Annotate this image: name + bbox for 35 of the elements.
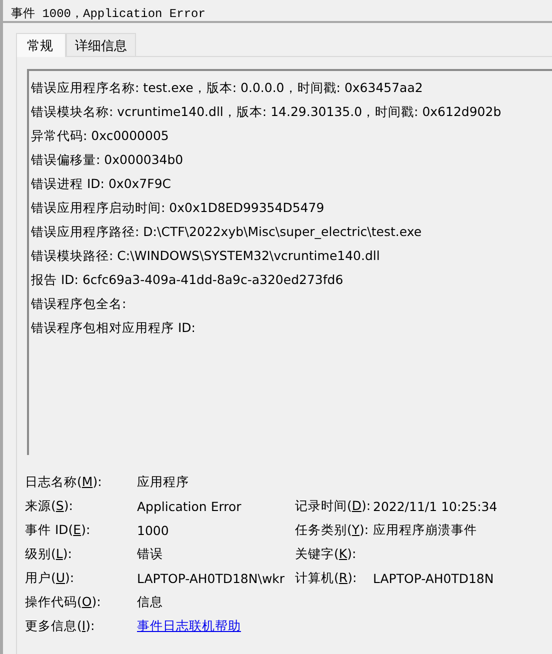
description-line: 错误应用程序路径: D:\CTF\2022xyb\Misc\super_electric\test.exe (31, 223, 423, 241)
description-line: 错误模块名称: vcruntime140.dll，版本: 14.29.30135.0，时间戳: 0x612d902b (31, 103, 502, 121)
field-label: 更多信息(I): (25, 618, 96, 634)
description-line: 错误应用程序启动时间: 0x0x1D8ED99354D5479 (31, 199, 326, 217)
field-label: 日志名称(M): (25, 474, 103, 490)
field-label: 用户(U): (25, 570, 76, 586)
field-value: Application Error (137, 498, 242, 514)
window-title: 事件 1000，Application Error (11, 7, 206, 21)
description-line: 错误应用程序名称: test.exe，版本: 0.0.0.0，时间戳: 0x63457aa2 (31, 79, 424, 97)
tab[interactable]: 详细信息 (66, 33, 136, 56)
field-value: LAPTOP-AH0TD18N (373, 570, 495, 586)
field-value: LAPTOP-AH0TD18N\wkr (137, 570, 286, 586)
field-value: 错误 (137, 546, 164, 562)
description-line: 异常代码: 0xc0000005 (31, 127, 170, 145)
field-value: 1000 (137, 522, 170, 538)
field-label: 级别(L): (25, 546, 73, 562)
help-link[interactable]: 事件日志联机帮助 (137, 618, 241, 632)
tab[interactable]: 常规 (16, 33, 66, 57)
description-line: 错误进程 ID: 0x0x7F9C (31, 175, 172, 193)
description-line: 错误模块路径: C:\WINDOWS\SYSTEM32\vcruntime140.dll (31, 247, 381, 265)
field-value: 应用程序崩溃事件 (373, 522, 478, 538)
field-label: 关键字(K): (295, 546, 358, 562)
field-value: 应用程序 (137, 474, 190, 490)
field-value: 2022/11/1 10:25:34 (373, 498, 498, 514)
field-label: 计算机(R): (295, 570, 358, 586)
field-label: 来源(S): (25, 498, 74, 514)
field-label: 事件 ID(E): (25, 522, 92, 538)
description-line: 错误程序包全名: (31, 295, 128, 313)
description-line: 报告 ID: 6cfc69a3-409a-41dd-8a9c-a320ed273fd6 (31, 271, 344, 289)
description-line: 错误偏移量: 0x000034b0 (31, 151, 184, 169)
field-label: 任务类别(Y): (295, 522, 370, 538)
field-value: 信息 (137, 594, 164, 610)
description-line: 错误程序包相对应用程序 ID: (31, 319, 196, 337)
field-label: 操作代码(O): (25, 594, 102, 610)
field-label: 记录时间(D): (295, 498, 372, 514)
